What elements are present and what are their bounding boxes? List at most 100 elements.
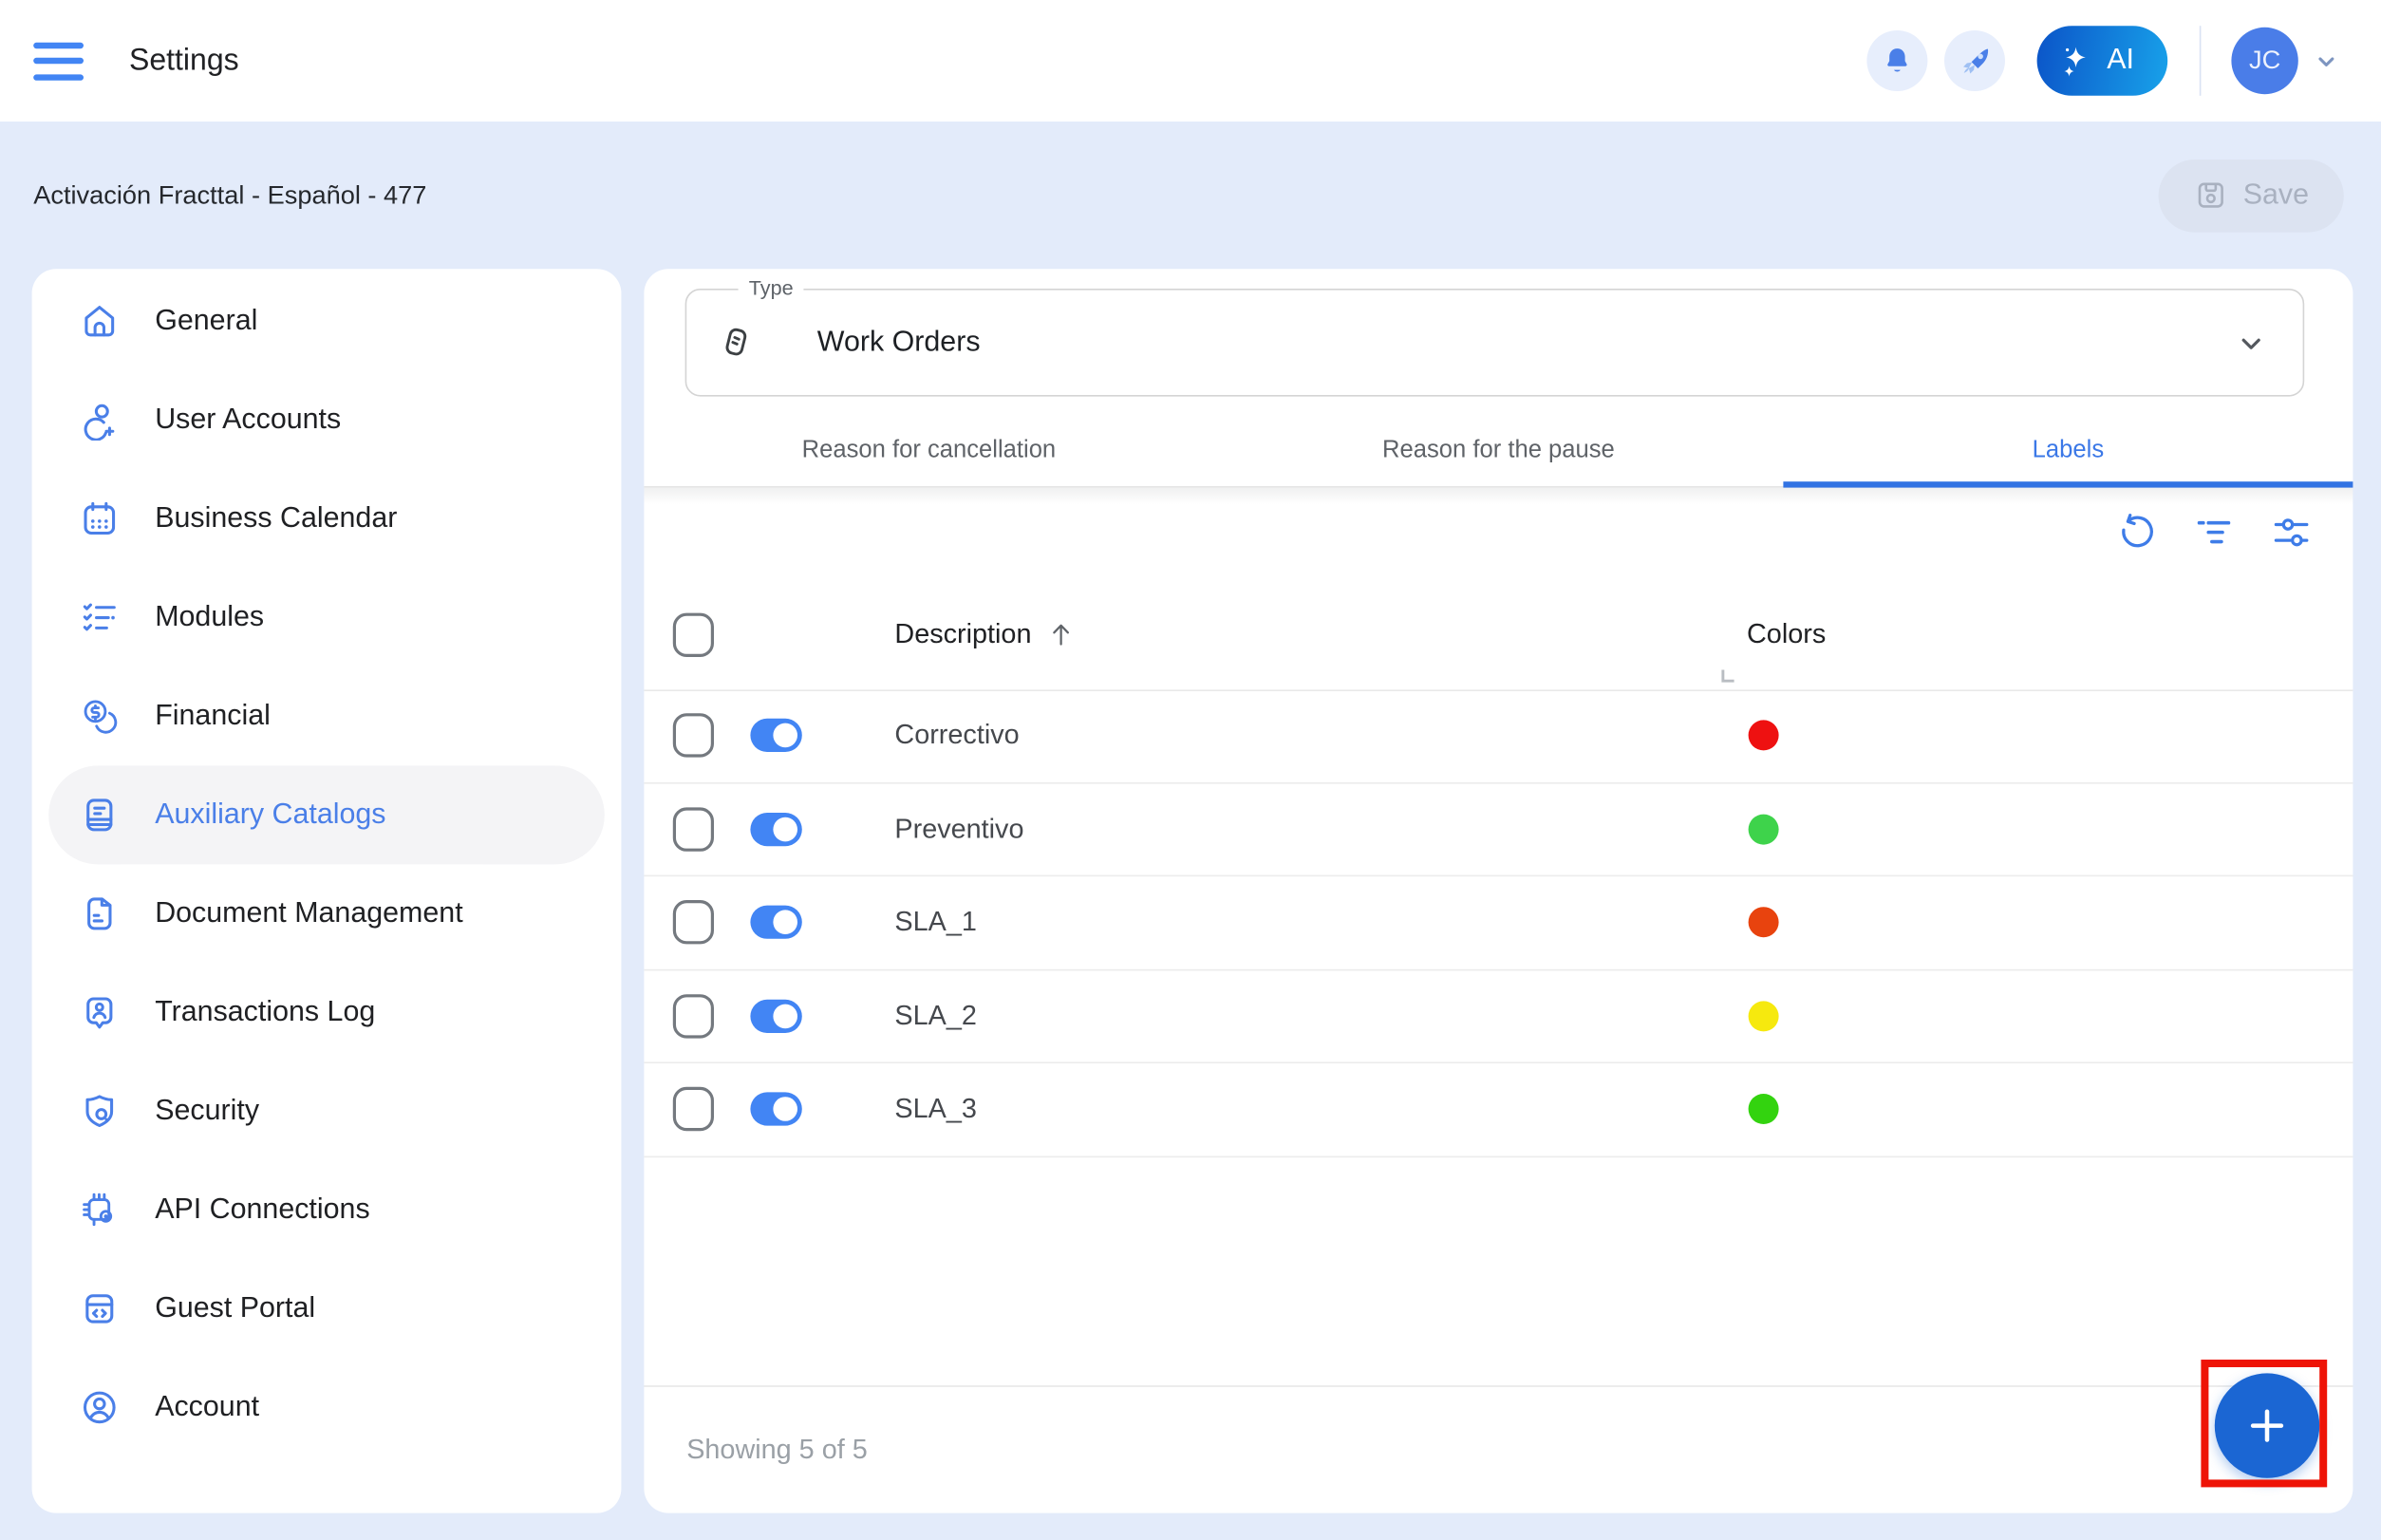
api-chip-icon <box>79 1190 120 1230</box>
main-panel: Type Work Orders Reason for cancellation… <box>644 269 2353 1512</box>
menu-icon[interactable] <box>33 42 84 80</box>
sidebar: General User Accounts Business Calendar Mod… <box>32 269 622 1512</box>
add-button[interactable] <box>2215 1373 2319 1477</box>
chevron-down-icon <box>2233 325 2269 361</box>
row-toggle[interactable] <box>750 813 801 846</box>
sidebar-item-label: Account <box>155 1391 259 1424</box>
row-toggle[interactable] <box>750 719 801 752</box>
save-button[interactable]: Save <box>2158 159 2344 232</box>
top-bar: Settings <box>0 0 2381 122</box>
sidebar-item-general[interactable]: General <box>48 272 605 370</box>
sidebar-item-account[interactable]: Account <box>48 1358 605 1456</box>
account-chevron-down-icon[interactable] <box>2311 45 2343 77</box>
app-window: Settings <box>0 0 2381 1540</box>
toggle-knob <box>773 723 797 748</box>
table-row-sla-1[interactable]: SLA_1 <box>644 876 2353 969</box>
sort-ascending-icon <box>1045 618 1078 650</box>
table-row-sla-2[interactable]: SLA_2 <box>644 970 2353 1063</box>
sidebar-item-label: Financial <box>155 700 271 733</box>
sidebar-item-label: Guest Portal <box>155 1292 315 1325</box>
table-row-sla-3[interactable]: SLA_3 <box>644 1063 2353 1156</box>
footer-divider <box>644 1385 2353 1387</box>
filter-icon[interactable] <box>2193 512 2234 553</box>
table-row-preventivo[interactable]: Preventivo <box>644 783 2353 876</box>
column-header-colors: Colors <box>1747 579 1826 690</box>
toggle-knob <box>773 817 797 841</box>
sliders-icon[interactable] <box>2271 512 2312 553</box>
plus-icon <box>2243 1402 2291 1450</box>
sidebar-item-business-calendar[interactable]: Business Calendar <box>48 469 605 568</box>
sidebar-item-document-management[interactable]: Document Management <box>48 864 605 963</box>
account-icon <box>79 1387 120 1428</box>
sidebar-item-guest-portal[interactable]: Guest Portal <box>48 1259 605 1358</box>
color-dot <box>1749 814 1779 844</box>
tag-icon <box>716 322 757 363</box>
color-dot <box>1749 1094 1779 1124</box>
sidebar-list: General User Accounts Business Calendar Mod… <box>32 272 622 1456</box>
table-toolbar <box>2116 512 2312 553</box>
row-checkbox[interactable] <box>673 807 714 851</box>
save-floppy-icon <box>2193 178 2228 213</box>
sidebar-item-label: Modules <box>155 601 264 634</box>
type-select-label: Type <box>739 276 804 299</box>
ai-button[interactable]: AI <box>2037 26 2168 96</box>
column-resize-icon <box>1719 668 1736 685</box>
select-all-checkbox[interactable] <box>673 612 714 656</box>
sidebar-item-label: User Accounts <box>155 404 341 437</box>
row-description: SLA_2 <box>894 1000 976 1032</box>
type-select-value: Work Orders <box>817 326 981 359</box>
row-description: SLA_3 <box>894 1094 976 1126</box>
table-header: Description Colors <box>644 579 2353 691</box>
sidebar-item-api-connections[interactable]: API Connections <box>48 1160 605 1259</box>
sidebar-item-auxiliary-catalogs[interactable]: Auxiliary Catalogs <box>48 765 605 864</box>
sidebar-item-label: Security <box>155 1095 259 1128</box>
avatar[interactable]: JC <box>2231 28 2297 94</box>
tabs: Reason for cancellationReason for the pa… <box>644 415 2353 488</box>
topbar-divider <box>2200 26 2202 96</box>
tab-reason-for-cancellation[interactable]: Reason for cancellation <box>644 415 1213 486</box>
column-header-description[interactable]: Description <box>894 579 1077 690</box>
save-button-label: Save <box>2243 178 2309 212</box>
shield-icon <box>79 1091 120 1132</box>
tab-reason-for-the-pause[interactable]: Reason for the pause <box>1213 415 1783 486</box>
catalog-icon <box>79 795 120 836</box>
sidebar-item-label: API Connections <box>155 1193 369 1227</box>
row-checkbox[interactable] <box>673 1087 714 1131</box>
color-dot <box>1749 1001 1779 1031</box>
user-add-icon <box>79 400 120 441</box>
breadcrumb: Activación Fracttal - Español - 477 <box>33 180 426 211</box>
whats-new-button[interactable] <box>1944 30 2005 91</box>
row-toggle[interactable] <box>750 999 801 1032</box>
type-select[interactable]: Type Work Orders <box>685 289 2305 397</box>
toggle-knob <box>773 1098 797 1122</box>
sidebar-item-label: Document Management <box>155 897 462 930</box>
refresh-icon[interactable] <box>2116 512 2157 553</box>
row-checkbox[interactable] <box>673 900 714 944</box>
color-dot <box>1749 908 1779 938</box>
sidebar-item-modules[interactable]: Modules <box>48 568 605 667</box>
sidebar-item-label: Business Calendar <box>155 502 397 535</box>
row-toggle[interactable] <box>750 1093 801 1126</box>
sidebar-item-transactions-log[interactable]: Transactions Log <box>48 963 605 1061</box>
notifications-button[interactable] <box>1866 30 1927 91</box>
sidebar-item-label: Transactions Log <box>155 996 375 1029</box>
tab-shadow <box>644 488 2353 505</box>
sidebar-item-financial[interactable]: Financial <box>48 667 605 765</box>
row-description: SLA_1 <box>894 907 976 939</box>
portal-icon <box>79 1288 120 1329</box>
checklist-icon <box>79 597 120 638</box>
row-toggle[interactable] <box>750 906 801 939</box>
page-title: Settings <box>129 44 239 79</box>
row-checkbox[interactable] <box>673 994 714 1038</box>
sub-header: Activación Fracttal - Español - 477 Save <box>0 122 2381 269</box>
row-checkbox[interactable] <box>673 714 714 758</box>
tab-labels[interactable]: Labels <box>1783 415 2353 486</box>
toggle-knob <box>773 1004 797 1028</box>
calendar-icon <box>79 498 120 539</box>
sidebar-item-security[interactable]: Security <box>48 1061 605 1160</box>
sidebar-item-user-accounts[interactable]: User Accounts <box>48 370 605 469</box>
ai-button-label: AI <box>2107 44 2134 77</box>
document-icon <box>79 893 120 934</box>
table-row-correctivo[interactable]: Correctivo <box>644 689 2353 782</box>
sidebar-item-label: General <box>155 305 257 338</box>
